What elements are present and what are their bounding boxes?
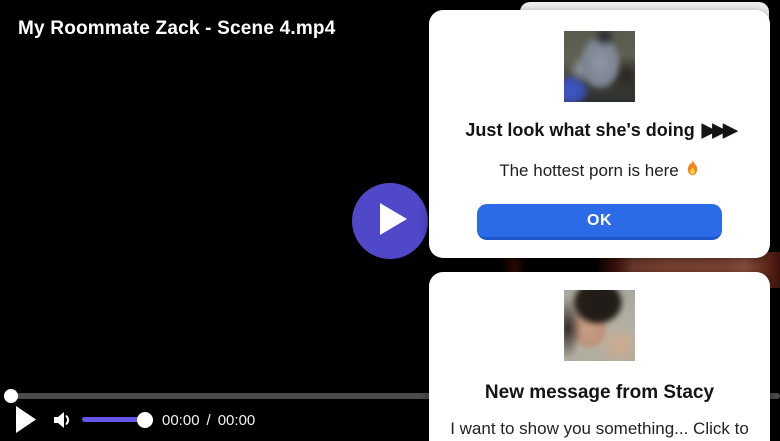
message-body: I want to show you something... Click to [429,419,770,439]
ok-button[interactable]: OK [477,204,722,240]
ad-subtitle: The hottest porn is here [499,161,679,181]
seek-thumb[interactable] [4,389,18,403]
volume-thumb[interactable] [137,412,153,428]
popup-ad-card[interactable]: Just look what she's doing ▶▶▶ The hotte… [429,10,770,258]
volume-icon [50,419,74,436]
play-icon [16,420,36,437]
ad-thumbnail-image [564,31,635,102]
message-headline: New message from Stacy [429,382,770,404]
time-separator: / [207,412,211,429]
time-display: 00:00 / 00:00 [162,412,255,429]
play-button[interactable] [16,406,36,438]
popup-message-card[interactable]: New message from Stacy I want to show yo… [429,272,770,441]
ad-thumbnail [564,31,635,102]
video-title: My Roommate Zack - Scene 4.mp4 [18,18,336,40]
play-icon [373,203,408,240]
video-player: My Roommate Zack - Scene 4.mp4 00 [0,0,780,441]
message-thumbnail [564,290,635,361]
duration: 00:00 [218,412,256,429]
big-play-button[interactable] [352,183,428,259]
current-time: 00:00 [162,412,200,429]
flame-icon [685,159,700,182]
ad-headline: Just look what she's doing [465,120,694,141]
triple-arrow-icon: ▶▶▶ [702,119,734,142]
message-thumbnail-image [564,290,635,361]
mute-button[interactable] [50,408,74,437]
